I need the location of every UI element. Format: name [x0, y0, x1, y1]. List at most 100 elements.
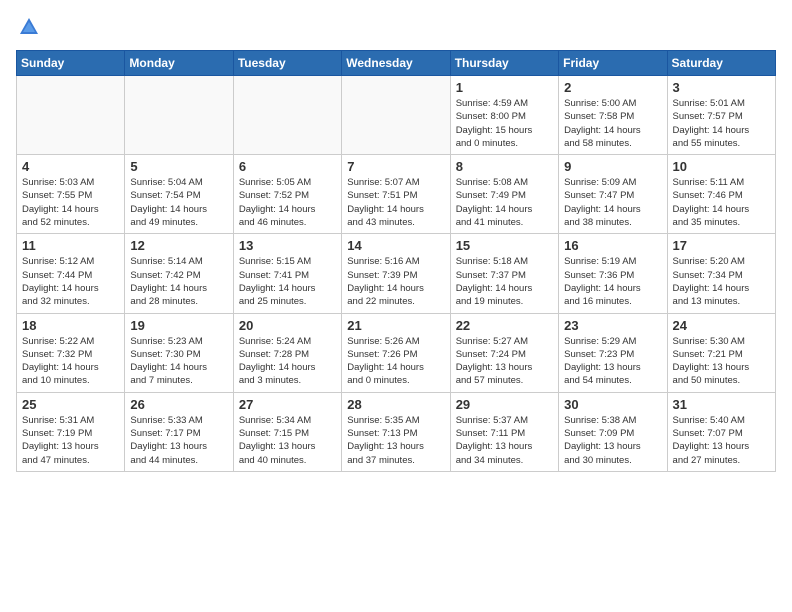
day-info: Sunrise: 5:18 AM Sunset: 7:37 PM Dayligh…: [456, 255, 553, 308]
calendar-cell: 30 Sunrise: 5:38 AM Sunset: 7:09 PM Dayli…: [559, 392, 667, 471]
day-number: 23: [564, 318, 661, 333]
calendar-cell: 16 Sunrise: 5:19 AM Sunset: 7:36 PM Dayli…: [559, 234, 667, 313]
calendar-cell: 27 Sunrise: 5:34 AM Sunset: 7:15 PM Dayli…: [233, 392, 341, 471]
day-info: Sunrise: 5:37 AM Sunset: 7:11 PM Dayligh…: [456, 414, 553, 467]
day-info: Sunrise: 5:40 AM Sunset: 7:07 PM Dayligh…: [673, 414, 770, 467]
day-info: Sunrise: 5:03 AM Sunset: 7:55 PM Dayligh…: [22, 176, 119, 229]
day-number: 16: [564, 238, 661, 253]
day-info: Sunrise: 5:26 AM Sunset: 7:26 PM Dayligh…: [347, 335, 444, 388]
calendar-cell: 19 Sunrise: 5:23 AM Sunset: 7:30 PM Dayli…: [125, 313, 233, 392]
calendar-cell: 2Sunrise: 5:00 AM Sunset: 7:58 PM Daylig…: [559, 76, 667, 155]
calendar-cell: 7 Sunrise: 5:07 AM Sunset: 7:51 PM Daylig…: [342, 155, 450, 234]
calendar-cell: [342, 76, 450, 155]
calendar-cell: [125, 76, 233, 155]
day-number: 18: [22, 318, 119, 333]
day-number: 13: [239, 238, 336, 253]
logo-icon: [18, 16, 40, 38]
day-info: Sunrise: 5:19 AM Sunset: 7:36 PM Dayligh…: [564, 255, 661, 308]
day-info: Sunrise: 5:30 AM Sunset: 7:21 PM Dayligh…: [673, 335, 770, 388]
calendar-table: SundayMondayTuesdayWednesdayThursdayFrid…: [16, 50, 776, 472]
day-number: 22: [456, 318, 553, 333]
day-info: Sunrise: 5:20 AM Sunset: 7:34 PM Dayligh…: [673, 255, 770, 308]
header-day-wednesday: Wednesday: [342, 51, 450, 76]
calendar-week-row-4: 18Sunrise: 5:22 AM Sunset: 7:32 PM Dayli…: [17, 313, 776, 392]
header-day-monday: Monday: [125, 51, 233, 76]
day-number: 31: [673, 397, 770, 412]
day-number: 20: [239, 318, 336, 333]
day-number: 10: [673, 159, 770, 174]
calendar-cell: 15 Sunrise: 5:18 AM Sunset: 7:37 PM Dayli…: [450, 234, 558, 313]
calendar-cell: 11 Sunrise: 5:12 AM Sunset: 7:44 PM Dayli…: [17, 234, 125, 313]
calendar-cell: 18Sunrise: 5:22 AM Sunset: 7:32 PM Dayli…: [17, 313, 125, 392]
day-info: Sunrise: 5:08 AM Sunset: 7:49 PM Dayligh…: [456, 176, 553, 229]
day-number: 19: [130, 318, 227, 333]
day-info: Sunrise: 5:34 AM Sunset: 7:15 PM Dayligh…: [239, 414, 336, 467]
header-day-friday: Friday: [559, 51, 667, 76]
calendar-header-row: SundayMondayTuesdayWednesdayThursdayFrid…: [17, 51, 776, 76]
day-info: Sunrise: 5:38 AM Sunset: 7:09 PM Dayligh…: [564, 414, 661, 467]
calendar-cell: 24 Sunrise: 5:30 AM Sunset: 7:21 PM Dayli…: [667, 313, 775, 392]
day-info: Sunrise: 5:24 AM Sunset: 7:28 PM Dayligh…: [239, 335, 336, 388]
day-info: Sunrise: 5:23 AM Sunset: 7:30 PM Dayligh…: [130, 335, 227, 388]
calendar-cell: 14 Sunrise: 5:16 AM Sunset: 7:39 PM Dayli…: [342, 234, 450, 313]
calendar-cell: 23 Sunrise: 5:29 AM Sunset: 7:23 PM Dayli…: [559, 313, 667, 392]
calendar-cell: 3 Sunrise: 5:01 AM Sunset: 7:57 PM Daylig…: [667, 76, 775, 155]
calendar-week-row-1: 1Sunrise: 4:59 AM Sunset: 8:00 PM Daylig…: [17, 76, 776, 155]
day-info: Sunrise: 5:29 AM Sunset: 7:23 PM Dayligh…: [564, 335, 661, 388]
day-info: Sunrise: 5:15 AM Sunset: 7:41 PM Dayligh…: [239, 255, 336, 308]
day-info: Sunrise: 5:04 AM Sunset: 7:54 PM Dayligh…: [130, 176, 227, 229]
header-day-sunday: Sunday: [17, 51, 125, 76]
day-number: 12: [130, 238, 227, 253]
day-info: Sunrise: 5:16 AM Sunset: 7:39 PM Dayligh…: [347, 255, 444, 308]
header-day-tuesday: Tuesday: [233, 51, 341, 76]
day-number: 29: [456, 397, 553, 412]
calendar-cell: 10 Sunrise: 5:11 AM Sunset: 7:46 PM Dayli…: [667, 155, 775, 234]
day-number: 15: [456, 238, 553, 253]
calendar-cell: 31 Sunrise: 5:40 AM Sunset: 7:07 PM Dayli…: [667, 392, 775, 471]
header: [16, 16, 776, 38]
day-number: 17: [673, 238, 770, 253]
day-number: 6: [239, 159, 336, 174]
day-number: 7: [347, 159, 444, 174]
header-day-thursday: Thursday: [450, 51, 558, 76]
calendar-cell: 9 Sunrise: 5:09 AM Sunset: 7:47 PM Daylig…: [559, 155, 667, 234]
day-info: Sunrise: 5:12 AM Sunset: 7:44 PM Dayligh…: [22, 255, 119, 308]
header-day-saturday: Saturday: [667, 51, 775, 76]
day-number: 3: [673, 80, 770, 95]
day-info: Sunrise: 5:35 AM Sunset: 7:13 PM Dayligh…: [347, 414, 444, 467]
day-info: Sunrise: 5:11 AM Sunset: 7:46 PM Dayligh…: [673, 176, 770, 229]
day-number: 11: [22, 238, 119, 253]
calendar-week-row-5: 25 Sunrise: 5:31 AM Sunset: 7:19 PM Dayli…: [17, 392, 776, 471]
calendar-cell: 20 Sunrise: 5:24 AM Sunset: 7:28 PM Dayli…: [233, 313, 341, 392]
calendar-cell: 25 Sunrise: 5:31 AM Sunset: 7:19 PM Dayli…: [17, 392, 125, 471]
logo: [16, 16, 40, 38]
day-info: Sunrise: 5:27 AM Sunset: 7:24 PM Dayligh…: [456, 335, 553, 388]
day-number: 26: [130, 397, 227, 412]
calendar-cell: [233, 76, 341, 155]
day-number: 27: [239, 397, 336, 412]
day-info: Sunrise: 5:01 AM Sunset: 7:57 PM Dayligh…: [673, 97, 770, 150]
day-info: Sunrise: 5:07 AM Sunset: 7:51 PM Dayligh…: [347, 176, 444, 229]
calendar-cell: 4Sunrise: 5:03 AM Sunset: 7:55 PM Daylig…: [17, 155, 125, 234]
calendar-cell: 28 Sunrise: 5:35 AM Sunset: 7:13 PM Dayli…: [342, 392, 450, 471]
calendar-cell: 21 Sunrise: 5:26 AM Sunset: 7:26 PM Dayli…: [342, 313, 450, 392]
day-number: 25: [22, 397, 119, 412]
calendar-week-row-3: 11 Sunrise: 5:12 AM Sunset: 7:44 PM Dayli…: [17, 234, 776, 313]
day-info: Sunrise: 5:14 AM Sunset: 7:42 PM Dayligh…: [130, 255, 227, 308]
day-number: 30: [564, 397, 661, 412]
day-number: 24: [673, 318, 770, 333]
day-number: 1: [456, 80, 553, 95]
day-info: Sunrise: 5:31 AM Sunset: 7:19 PM Dayligh…: [22, 414, 119, 467]
day-number: 28: [347, 397, 444, 412]
day-info: Sunrise: 5:05 AM Sunset: 7:52 PM Dayligh…: [239, 176, 336, 229]
day-info: Sunrise: 5:09 AM Sunset: 7:47 PM Dayligh…: [564, 176, 661, 229]
day-number: 2: [564, 80, 661, 95]
calendar-week-row-2: 4Sunrise: 5:03 AM Sunset: 7:55 PM Daylig…: [17, 155, 776, 234]
day-number: 9: [564, 159, 661, 174]
day-info: Sunrise: 5:33 AM Sunset: 7:17 PM Dayligh…: [130, 414, 227, 467]
day-number: 5: [130, 159, 227, 174]
day-number: 14: [347, 238, 444, 253]
calendar-cell: 1Sunrise: 4:59 AM Sunset: 8:00 PM Daylig…: [450, 76, 558, 155]
day-number: 21: [347, 318, 444, 333]
calendar-cell: 13 Sunrise: 5:15 AM Sunset: 7:41 PM Dayli…: [233, 234, 341, 313]
